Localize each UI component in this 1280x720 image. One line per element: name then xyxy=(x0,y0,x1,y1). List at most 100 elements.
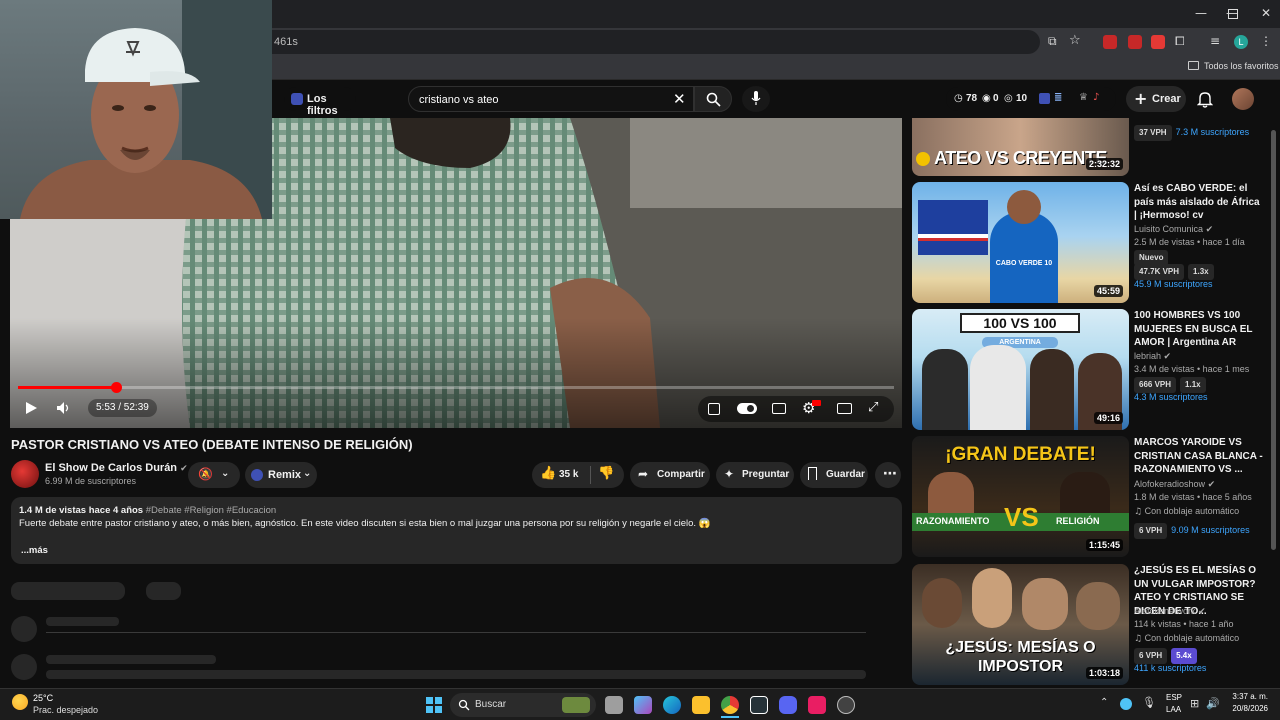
recommendation-channel[interactable]: lebriah ✔ xyxy=(1134,350,1274,363)
alert-icon[interactable]: ♪ xyxy=(1093,92,1099,103)
tray-app-icon[interactable] xyxy=(1120,698,1132,710)
thumbnail-text: 100 VS 100 xyxy=(960,313,1080,333)
skeleton-avatar xyxy=(11,616,37,642)
filters-button[interactable]: Los filtros xyxy=(284,87,356,117)
recommendation-channel[interactable]: Alofokeradioshow ✔ xyxy=(1134,478,1274,491)
person-figure xyxy=(990,212,1058,303)
create-button[interactable]: + Crear xyxy=(1126,86,1186,112)
microphone-tray-icon[interactable]: 🎙 xyxy=(1142,696,1156,709)
progress-track[interactable] xyxy=(18,386,894,389)
minimize-window-button[interactable]: — xyxy=(1195,6,1207,20)
recommendation-thumbnail[interactable]: CABO VERDE 10 45:59 xyxy=(912,182,1129,303)
share-button[interactable]: ➦ Compartir xyxy=(630,462,710,488)
maximize-window-button[interactable] xyxy=(1228,9,1238,19)
stat-comments: 10 xyxy=(1016,93,1028,104)
chrome-icon[interactable] xyxy=(721,696,739,714)
bookmark-star-icon[interactable]: ☆ xyxy=(1069,33,1081,48)
vidiq-player-icon[interactable] xyxy=(708,403,720,415)
reading-list-icon[interactable]: ≡ xyxy=(1210,34,1220,48)
thumbnail-left-label: RAZONAMIENTO xyxy=(916,516,990,526)
show-more-link[interactable]: ...más xyxy=(21,545,48,556)
close-icon[interactable]: ✕ xyxy=(1256,6,1276,22)
profile-avatar[interactable]: L xyxy=(1234,35,1248,49)
extension-icon-2[interactable] xyxy=(1128,35,1142,49)
language-code[interactable]: ESP xyxy=(1166,693,1182,702)
recommendation-title[interactable]: Así es CABO VERDE: el país más aislado d… xyxy=(1134,182,1264,223)
ask-button[interactable]: ✦ Preguntar xyxy=(716,462,794,488)
windows-start-icon[interactable] xyxy=(426,697,442,713)
notifications-bell-icon[interactable] xyxy=(1197,91,1213,108)
remix-label: Remix xyxy=(268,469,302,481)
capcut-icon[interactable] xyxy=(750,696,768,714)
vph-badge: 6 VPH xyxy=(1134,523,1168,539)
obs-icon[interactable] xyxy=(837,696,855,714)
subtitles-icon[interactable] xyxy=(772,403,786,414)
search-input[interactable]: cristiano vs ateo ✕ xyxy=(408,86,694,112)
extension-icon-3[interactable] xyxy=(1151,35,1165,49)
webcam-person-image xyxy=(20,0,272,219)
recommendation-thumbnail[interactable]: 100 VS 100 ARGENTINA 49:16 xyxy=(912,309,1129,430)
volume-tray-icon[interactable]: 🔊 xyxy=(1206,697,1220,710)
extensions-puzzle-icon[interactable]: ⧠ xyxy=(1175,34,1185,49)
thumbs-up-icon[interactable]: 👍 xyxy=(540,466,556,481)
copilot-icon[interactable] xyxy=(634,696,652,714)
save-button[interactable]: Guardar xyxy=(800,462,868,488)
list-icon[interactable]: ≣ xyxy=(1054,92,1062,103)
search-button[interactable] xyxy=(694,86,732,112)
subscriber-count: 7.3 M suscriptores xyxy=(1175,127,1250,137)
dubbing-icon: ♫ xyxy=(1134,507,1143,517)
task-view-icon[interactable] xyxy=(605,696,623,714)
discord-icon[interactable] xyxy=(779,696,797,714)
remix-button[interactable]: Remix ⌄ xyxy=(245,462,317,488)
verified-icon: ✔ xyxy=(180,464,188,474)
recommendation-channel[interactable]: Luisito Comunica ✔ xyxy=(1134,223,1274,236)
all-bookmarks-link[interactable]: Todos los favoritos xyxy=(1204,61,1279,71)
cabo-verde-flag xyxy=(918,200,988,255)
weather-desc: Prac. despejado xyxy=(33,705,99,715)
voice-search-button[interactable] xyxy=(742,86,770,112)
more-actions-button[interactable]: ⋯ xyxy=(875,462,901,488)
subscription-bell-button[interactable]: 🔕 ⌄ xyxy=(188,462,240,488)
recommendation-subs: 45.9 M suscriptores xyxy=(1134,278,1274,290)
vidiq-icon[interactable] xyxy=(1039,93,1050,104)
user-avatar[interactable] xyxy=(1232,88,1254,110)
description-box[interactable]: 1.4 M de vistas hace 4 años #Debate #Rel… xyxy=(11,497,902,564)
tiktok-icon[interactable] xyxy=(808,696,826,714)
recommendation-title[interactable]: 100 HOMBRES VS 100 MUJERES EN BUSCA EL A… xyxy=(1134,309,1264,350)
clock-time[interactable]: 3:37 a. m. xyxy=(1226,692,1268,701)
recommendation-thumbnail[interactable]: ¿JESÚS: MESÍAS O IMPOSTOR 1:03:18 xyxy=(912,564,1129,685)
autoplay-toggle[interactable] xyxy=(737,403,757,414)
install-icon[interactable]: ⧉ xyxy=(1048,34,1057,49)
volume-button[interactable] xyxy=(56,400,72,416)
recommendation-title[interactable]: MARCOS YAROIDE VS CRISTIAN CASA BLANCA -… xyxy=(1134,436,1264,477)
browser-menu-icon[interactable]: ⋮ xyxy=(1260,34,1272,48)
weather-icon[interactable] xyxy=(12,694,28,710)
channel-name[interactable]: El Show De Carlos Durán ✔ xyxy=(45,462,188,474)
clear-search-icon[interactable]: ✕ xyxy=(673,90,686,108)
taskbar-search[interactable]: Buscar xyxy=(450,693,596,717)
file-explorer-icon[interactable] xyxy=(692,696,710,714)
recommendation-channel[interactable]: Alofokenetwork ✔ xyxy=(1134,605,1274,618)
tray-chevron-icon[interactable]: ⌃ xyxy=(1100,697,1108,708)
weather-temp[interactable]: 25°C xyxy=(33,693,53,703)
channel-avatar[interactable] xyxy=(11,460,39,488)
network-icon[interactable]: ⊞ xyxy=(1190,697,1199,710)
hashtags[interactable]: #Debate #Religion #Educacion xyxy=(146,505,276,516)
video-duration: 2:32:32 xyxy=(1085,158,1123,170)
recommendation-thumbnail[interactable]: ¡GRAN DEBATE! RAZONAMIENTO RELIGIÓN VS 1… xyxy=(912,436,1129,557)
dubbing-icon: ♫ xyxy=(1134,634,1143,644)
ask-label: Preguntar xyxy=(742,469,790,480)
vph-badge: 37 VPH xyxy=(1134,125,1172,141)
fullscreen-icon[interactable]: ⤢ xyxy=(868,400,878,415)
like-count[interactable]: 35 k xyxy=(559,469,578,480)
url-text: 461s xyxy=(274,36,298,48)
sidebar-scrollbar[interactable] xyxy=(1271,130,1276,550)
play-button[interactable] xyxy=(24,400,40,416)
channel-badge-icon xyxy=(916,152,930,166)
theater-mode-icon[interactable] xyxy=(837,403,852,414)
recommendation-thumbnail[interactable]: ATEO VS CREYENTE 2:32:32 xyxy=(912,118,1129,176)
thumbs-down-icon[interactable]: 👎 xyxy=(598,466,614,481)
edge-icon[interactable] xyxy=(663,696,681,714)
trophy-icon[interactable]: ♕ xyxy=(1079,92,1088,103)
extension-icon-1[interactable] xyxy=(1103,35,1117,49)
